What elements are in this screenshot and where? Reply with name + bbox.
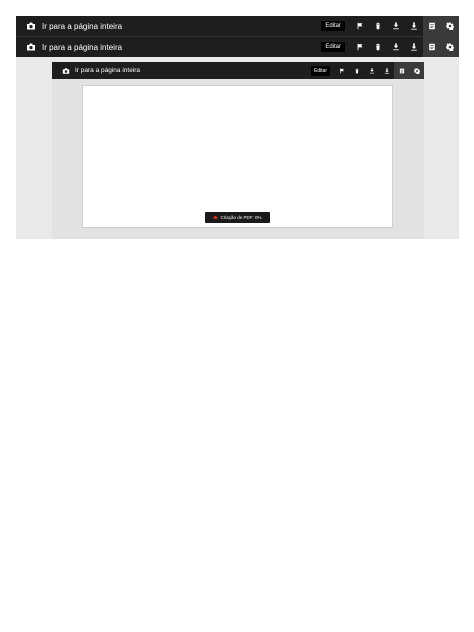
gear-icon [446, 22, 454, 30]
page-view-button[interactable] [394, 62, 409, 79]
download-icon [410, 22, 418, 30]
camera-icon [26, 42, 36, 52]
download-icon [384, 68, 390, 74]
toolbar-title: Ir para a página inteira [42, 42, 123, 52]
toolbar-actions: Editar [321, 37, 459, 57]
second-toolbar: Ir para a página inteira Editar [16, 36, 459, 57]
download-pdf-button[interactable] [387, 37, 405, 57]
edit-button[interactable]: Editar [321, 42, 345, 52]
preview-toolbar-title: Ir para a página inteira [75, 67, 141, 74]
pdf-status-text: Criação de PDF: 0% [220, 215, 262, 220]
page-view-button[interactable] [423, 16, 441, 36]
download-button[interactable] [405, 16, 423, 36]
preview-toolbar-actions: Editar [310, 62, 424, 79]
gear-icon [414, 68, 420, 74]
trash-icon [374, 22, 382, 30]
trash-icon [374, 43, 382, 51]
cloud-icon [213, 216, 219, 219]
screenshot-frame: Ir para a página inteira Editar Ir para … [16, 16, 459, 239]
download-button[interactable] [379, 62, 394, 79]
download-pdf-button[interactable] [387, 16, 405, 36]
delete-button[interactable] [349, 62, 364, 79]
toolbar-actions: Editar [321, 16, 459, 36]
download-icon [410, 43, 418, 51]
page-icon [399, 68, 405, 74]
flag-icon [356, 22, 364, 30]
page-canvas: Criação de PDF: 0% [82, 85, 393, 228]
camera-icon [26, 21, 36, 31]
page-icon [428, 43, 436, 51]
trash-icon [354, 68, 360, 74]
flag-button[interactable] [351, 16, 369, 36]
download-pdf-icon [369, 68, 375, 74]
goto-full-page-link[interactable]: Ir para a página inteira [26, 37, 122, 57]
pdf-creation-status: Criação de PDF: 0% [205, 212, 270, 223]
settings-button[interactable] [441, 37, 459, 57]
delete-button[interactable] [369, 16, 387, 36]
edit-button[interactable]: Editar [321, 21, 345, 31]
download-pdf-icon [392, 43, 400, 51]
flag-button[interactable] [351, 37, 369, 57]
goto-full-page-link[interactable]: Ir para a página inteira [62, 62, 140, 79]
top-toolbar: Ir para a página inteira Editar [16, 16, 459, 36]
page-preview: Ir para a página inteira Editar Criação … [52, 62, 424, 239]
preview-toolbar: Ir para a página inteira Editar [52, 62, 424, 79]
page-icon [428, 22, 436, 30]
download-pdf-icon [392, 22, 400, 30]
flag-button[interactable] [334, 62, 349, 79]
goto-full-page-link[interactable]: Ir para a página inteira [26, 16, 122, 36]
toolbar-title: Ir para a página inteira [42, 21, 123, 31]
camera-icon [62, 67, 70, 75]
delete-button[interactable] [369, 37, 387, 57]
flag-icon [339, 68, 345, 74]
settings-button[interactable] [441, 16, 459, 36]
edit-button[interactable]: Editar [310, 65, 330, 76]
gear-icon [446, 43, 454, 51]
page-view-button[interactable] [423, 37, 441, 57]
flag-icon [356, 43, 364, 51]
download-pdf-button[interactable] [364, 62, 379, 79]
download-button[interactable] [405, 37, 423, 57]
settings-button[interactable] [409, 62, 424, 79]
